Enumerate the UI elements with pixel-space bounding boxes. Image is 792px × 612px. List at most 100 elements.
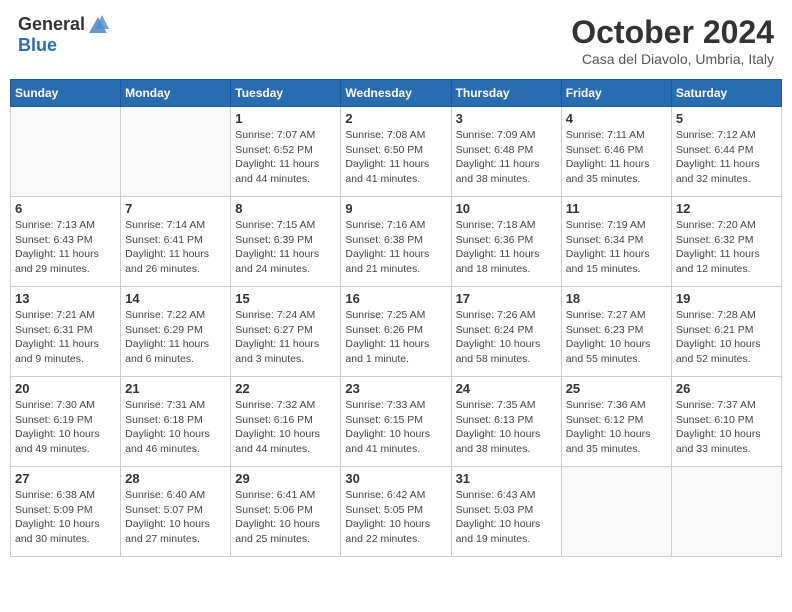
logo-blue-text: Blue [18, 35, 57, 56]
calendar-cell: 28Sunrise: 6:40 AMSunset: 5:07 PMDayligh… [121, 467, 231, 557]
calendar-cell: 14 Sunrise: 7:22 AMSunset: 6:29 PMDayligh… [121, 287, 231, 377]
calendar-cell: 29 Sunrise: 6:41 AMSunset: 5:06 PMDayligh… [231, 467, 341, 557]
calendar-cell: 25 Sunrise: 7:36 AMSunset: 6:12 PMDayligh… [561, 377, 671, 467]
day-info: Sunrise: 7:33 AMSunset: 6:15 PMDaylight:… [345, 398, 446, 457]
calendar-day-header: Thursday [451, 80, 561, 107]
calendar-cell: 6 Sunrise: 7:13 AMSunset: 6:43 PMDaylight… [11, 197, 121, 287]
calendar-week-row: 13 Sunrise: 7:21 AMSunset: 6:31 PMDayligh… [11, 287, 782, 377]
day-info: Sunrise: 7:19 AMSunset: 6:34 PMDaylight:… [566, 218, 667, 277]
day-number: 15 [235, 291, 336, 306]
day-number: 26 [676, 381, 777, 396]
logo: General Blue [18, 14, 111, 56]
day-info: Sunrise: 7:09 AMSunset: 6:48 PMDaylight:… [456, 128, 557, 187]
calendar-day-header: Tuesday [231, 80, 341, 107]
calendar-week-row: 20 Sunrise: 7:30 AMSunset: 6:19 PMDayligh… [11, 377, 782, 467]
day-number: 25 [566, 381, 667, 396]
calendar-cell [671, 467, 781, 557]
day-info: Sunrise: 7:18 AMSunset: 6:36 PMDaylight:… [456, 218, 557, 277]
day-number: 29 [235, 471, 336, 486]
calendar-cell: 4 Sunrise: 7:11 AMSunset: 6:46 PMDaylight… [561, 107, 671, 197]
day-info: Sunrise: 7:31 AMSunset: 6:18 PMDaylight:… [125, 398, 226, 457]
calendar-cell: 13 Sunrise: 7:21 AMSunset: 6:31 PMDayligh… [11, 287, 121, 377]
day-number: 27 [15, 471, 116, 486]
calendar-cell: 27 Sunrise: 6:38 AMSunset: 5:09 PMDayligh… [11, 467, 121, 557]
day-info: Sunrise: 6:41 AMSunset: 5:06 PMDaylight:… [235, 488, 336, 547]
day-number: 23 [345, 381, 446, 396]
calendar-cell: 2 Sunrise: 7:08 AMSunset: 6:50 PMDaylight… [341, 107, 451, 197]
day-number: 12 [676, 201, 777, 216]
calendar-cell: 12Sunrise: 7:20 AMSunset: 6:32 PMDayligh… [671, 197, 781, 287]
title-section: October 2024 Casa del Diavolo, Umbria, I… [571, 14, 774, 67]
day-number: 4 [566, 111, 667, 126]
day-number: 10 [456, 201, 557, 216]
calendar-header-row: SundayMondayTuesdayWednesdayThursdayFrid… [11, 80, 782, 107]
day-info: Sunrise: 6:43 AMSunset: 5:03 PMDaylight:… [456, 488, 557, 547]
calendar-cell: 24Sunrise: 7:35 AMSunset: 6:13 PMDayligh… [451, 377, 561, 467]
day-number: 7 [125, 201, 226, 216]
day-number: 24 [456, 381, 557, 396]
calendar-cell: 26Sunrise: 7:37 AMSunset: 6:10 PMDayligh… [671, 377, 781, 467]
day-number: 3 [456, 111, 557, 126]
calendar-day-header: Wednesday [341, 80, 451, 107]
day-info: Sunrise: 7:32 AMSunset: 6:16 PMDaylight:… [235, 398, 336, 457]
calendar-cell: 5 Sunrise: 7:12 AMSunset: 6:44 PMDaylight… [671, 107, 781, 197]
calendar-cell [11, 107, 121, 197]
day-number: 9 [345, 201, 446, 216]
logo-general-text: General [18, 14, 85, 35]
calendar-day-header: Sunday [11, 80, 121, 107]
calendar-cell: 19 Sunrise: 7:28 AMSunset: 6:21 PMDayligh… [671, 287, 781, 377]
day-info: Sunrise: 7:26 AMSunset: 6:24 PMDaylight:… [456, 308, 557, 367]
day-number: 6 [15, 201, 116, 216]
day-info: Sunrise: 7:11 AMSunset: 6:46 PMDaylight:… [566, 128, 667, 187]
day-number: 28 [125, 471, 226, 486]
day-info: Sunrise: 7:08 AMSunset: 6:50 PMDaylight:… [345, 128, 446, 187]
month-title: October 2024 [571, 14, 774, 51]
calendar-cell: 11 Sunrise: 7:19 AMSunset: 6:34 PMDayligh… [561, 197, 671, 287]
day-number: 2 [345, 111, 446, 126]
day-number: 1 [235, 111, 336, 126]
day-info: Sunrise: 6:38 AMSunset: 5:09 PMDaylight:… [15, 488, 116, 547]
calendar-cell: 23 Sunrise: 7:33 AMSunset: 6:15 PMDayligh… [341, 377, 451, 467]
calendar-cell: 3 Sunrise: 7:09 AMSunset: 6:48 PMDaylight… [451, 107, 561, 197]
calendar-week-row: 1Sunrise: 7:07 AMSunset: 6:52 PMDaylight… [11, 107, 782, 197]
day-number: 18 [566, 291, 667, 306]
day-info: Sunrise: 7:27 AMSunset: 6:23 PMDaylight:… [566, 308, 667, 367]
day-info: Sunrise: 7:15 AMSunset: 6:39 PMDaylight:… [235, 218, 336, 277]
calendar-cell: 20 Sunrise: 7:30 AMSunset: 6:19 PMDayligh… [11, 377, 121, 467]
calendar-cell: 31 Sunrise: 6:43 AMSunset: 5:03 PMDayligh… [451, 467, 561, 557]
day-info: Sunrise: 7:30 AMSunset: 6:19 PMDaylight:… [15, 398, 116, 457]
calendar-day-header: Friday [561, 80, 671, 107]
calendar-cell: 15 Sunrise: 7:24 AMSunset: 6:27 PMDayligh… [231, 287, 341, 377]
day-info: Sunrise: 7:22 AMSunset: 6:29 PMDaylight:… [125, 308, 226, 367]
day-info: Sunrise: 7:14 AMSunset: 6:41 PMDaylight:… [125, 218, 226, 277]
calendar-table: SundayMondayTuesdayWednesdayThursdayFrid… [10, 79, 782, 557]
day-info: Sunrise: 7:25 AMSunset: 6:26 PMDaylight:… [345, 308, 446, 367]
calendar-cell: 21Sunrise: 7:31 AMSunset: 6:18 PMDayligh… [121, 377, 231, 467]
day-number: 31 [456, 471, 557, 486]
day-info: Sunrise: 7:28 AMSunset: 6:21 PMDaylight:… [676, 308, 777, 367]
calendar-cell: 10 Sunrise: 7:18 AMSunset: 6:36 PMDayligh… [451, 197, 561, 287]
calendar-cell [121, 107, 231, 197]
calendar-cell [561, 467, 671, 557]
day-number: 5 [676, 111, 777, 126]
day-info: Sunrise: 7:16 AMSunset: 6:38 PMDaylight:… [345, 218, 446, 277]
day-number: 11 [566, 201, 667, 216]
day-number: 14 [125, 291, 226, 306]
day-number: 20 [15, 381, 116, 396]
calendar-cell: 18 Sunrise: 7:27 AMSunset: 6:23 PMDayligh… [561, 287, 671, 377]
day-info: Sunrise: 7:12 AMSunset: 6:44 PMDaylight:… [676, 128, 777, 187]
day-info: Sunrise: 7:24 AMSunset: 6:27 PMDaylight:… [235, 308, 336, 367]
day-number: 22 [235, 381, 336, 396]
day-number: 19 [676, 291, 777, 306]
day-number: 13 [15, 291, 116, 306]
calendar-day-header: Monday [121, 80, 231, 107]
day-number: 17 [456, 291, 557, 306]
calendar-cell: 22 Sunrise: 7:32 AMSunset: 6:16 PMDayligh… [231, 377, 341, 467]
calendar-cell: 30Sunrise: 6:42 AMSunset: 5:05 PMDayligh… [341, 467, 451, 557]
calendar-cell: 1Sunrise: 7:07 AMSunset: 6:52 PMDaylight… [231, 107, 341, 197]
calendar-cell: 8Sunrise: 7:15 AMSunset: 6:39 PMDaylight… [231, 197, 341, 287]
day-info: Sunrise: 7:13 AMSunset: 6:43 PMDaylight:… [15, 218, 116, 277]
calendar-week-row: 27 Sunrise: 6:38 AMSunset: 5:09 PMDayligh… [11, 467, 782, 557]
day-info: Sunrise: 7:21 AMSunset: 6:31 PMDaylight:… [15, 308, 116, 367]
day-info: Sunrise: 7:36 AMSunset: 6:12 PMDaylight:… [566, 398, 667, 457]
